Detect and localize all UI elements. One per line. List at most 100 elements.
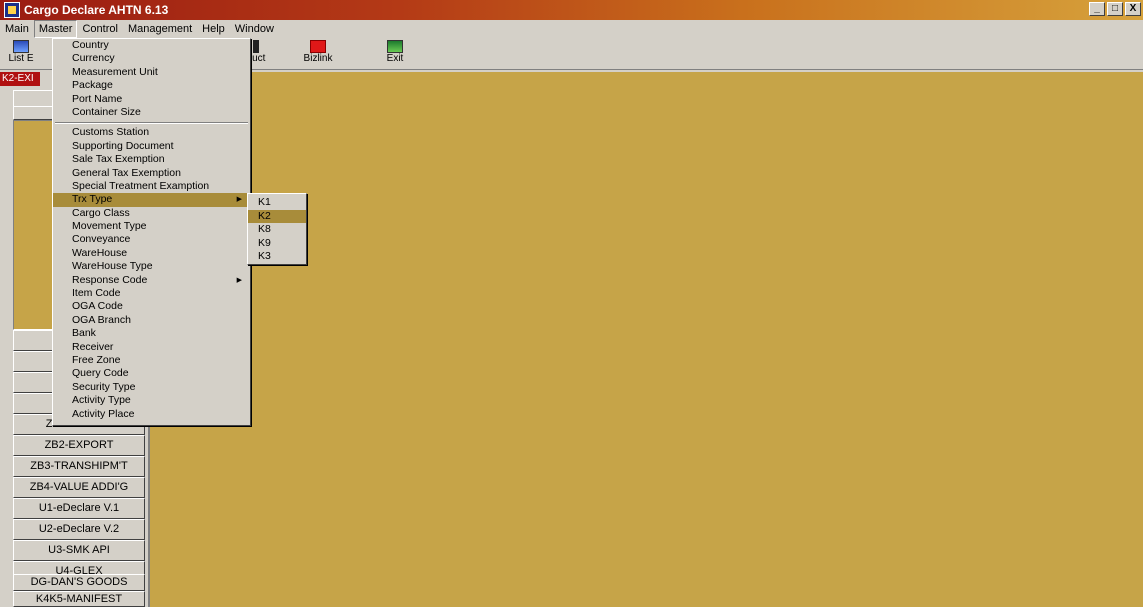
- exit-button[interactable]: Exit: [380, 40, 410, 68]
- menu-item-label: Conveyance: [72, 233, 131, 246]
- menu-item-k2[interactable]: K2: [248, 209, 306, 223]
- exit-icon: [387, 40, 403, 53]
- menu-item-label: Measurement Unit: [72, 65, 158, 78]
- menu-item-label: Sale Tax Exemption: [72, 153, 165, 166]
- workspace-area: [150, 72, 1143, 607]
- menu-item-label: Activity Type: [72, 394, 131, 407]
- menu-item-security-type[interactable]: Security Type: [53, 381, 250, 394]
- menu-item-label: Trx Type: [72, 193, 113, 206]
- menu-main[interactable]: Main: [0, 20, 34, 38]
- menu-master[interactable]: Master: [33, 20, 78, 38]
- menu-item-currency[interactable]: Currency: [53, 52, 250, 65]
- zb4-value-adding-button[interactable]: ZB4-VALUE ADDI'G: [13, 477, 145, 498]
- menu-item-customs-station[interactable]: Customs Station: [53, 126, 250, 139]
- menu-item-label: General Tax Exemption: [72, 166, 181, 179]
- menu-item-label: K2: [258, 209, 271, 222]
- menu-item-activity-place[interactable]: Activity Place: [53, 408, 250, 421]
- menu-item-label: Package: [72, 79, 113, 92]
- menu-item-label: Bank: [72, 327, 96, 340]
- window-controls: _ □ X: [1089, 2, 1141, 16]
- minimize-button[interactable]: _: [1089, 2, 1105, 16]
- menu-item-label: Special Treatment Examption: [72, 179, 210, 192]
- menu-item-cargo-class[interactable]: Cargo Class: [53, 207, 250, 220]
- menu-item-warehouse[interactable]: WareHouse: [53, 247, 250, 260]
- menu-item-special-treatment-examption[interactable]: Special Treatment Examption: [53, 180, 250, 193]
- list-button[interactable]: List E: [4, 40, 38, 68]
- menu-item-bank[interactable]: Bank: [53, 327, 250, 340]
- zb2-export-button[interactable]: ZB2-EXPORT: [13, 435, 145, 456]
- u4-glex-button[interactable]: U4-GLEX: [13, 561, 145, 582]
- menu-item-free-zone[interactable]: Free Zone: [53, 354, 250, 367]
- menu-item-label: K1: [258, 196, 271, 208]
- menu-item-activity-type[interactable]: Activity Type: [53, 394, 250, 407]
- menu-item-label: Response Code: [72, 273, 148, 286]
- list-icon: [13, 40, 29, 53]
- menu-item-query-code[interactable]: Query Code: [53, 367, 250, 380]
- menu-item-supporting-document[interactable]: Supporting Document: [53, 140, 250, 153]
- master-menu: Country Currency Measurement Unit Package Po…: [52, 38, 251, 426]
- menu-bar: Main Master Control Management Help Wind…: [0, 20, 1143, 38]
- menu-item-label: Movement Type: [72, 220, 147, 233]
- menu-item-sale-tax-exemption[interactable]: Sale Tax Exemption: [53, 153, 250, 166]
- menu-item-oga-branch[interactable]: OGA Branch: [53, 314, 250, 327]
- menu-item-k9[interactable]: K9: [248, 237, 306, 251]
- menu-item-label: OGA Branch: [72, 313, 131, 326]
- zb3-transhipment-button[interactable]: ZB3-TRANSHIPM'T: [13, 456, 145, 477]
- master-menu-group2: Customs Station Supporting Document Sale T…: [53, 126, 250, 421]
- menu-item-label: Customs Station: [72, 126, 150, 139]
- menu-item-oga-code[interactable]: OGA Code: [53, 300, 250, 313]
- menu-item-general-tax-exemption[interactable]: General Tax Exemption: [53, 167, 250, 180]
- menu-help[interactable]: Help: [197, 20, 230, 38]
- bizlink-label: Bizlink: [303, 53, 333, 64]
- menu-item-label: Container Size: [72, 105, 141, 118]
- menu-item-country[interactable]: Country: [53, 39, 250, 52]
- menu-item-container-size[interactable]: Container Size: [53, 106, 250, 119]
- u2-edeclare-button[interactable]: U2-eDeclare V.2: [13, 519, 145, 540]
- menu-item-port-name[interactable]: Port Name: [53, 93, 250, 106]
- menu-item-label: Security Type: [72, 380, 136, 393]
- menu-item-trx-type[interactable]: Trx Type ▶: [53, 193, 250, 207]
- menu-item-label: Cargo Class: [72, 206, 130, 219]
- trx-type-submenu: K1 K2 K8 K9 K3: [247, 193, 307, 265]
- window-title: Cargo Declare AHTN 6.13: [24, 3, 169, 17]
- menu-item-label: Currency: [72, 52, 115, 65]
- menu-management[interactable]: Management: [123, 20, 197, 38]
- menu-item-measurement-unit[interactable]: Measurement Unit: [53, 66, 250, 79]
- menu-item-item-code[interactable]: Item Code: [53, 287, 250, 300]
- menu-item-label: WareHouse Type: [72, 260, 153, 273]
- menu-item-label: Country: [72, 39, 109, 51]
- menu-item-label: WareHouse: [72, 246, 128, 259]
- submenu-arrow-icon: ▶: [236, 276, 242, 284]
- menu-control[interactable]: Control: [77, 20, 122, 38]
- menu-item-receiver[interactable]: Receiver: [53, 341, 250, 354]
- list-label: List E: [8, 53, 34, 64]
- menu-item-k1[interactable]: K1: [248, 196, 306, 210]
- menu-item-k3[interactable]: K3: [248, 250, 306, 264]
- menu-item-response-code[interactable]: Response Code ▶: [53, 274, 250, 287]
- menu-item-label: Activity Place: [72, 407, 135, 420]
- menu-item-label: Item Code: [72, 287, 121, 300]
- menu-window[interactable]: Window: [230, 20, 279, 38]
- menu-item-package[interactable]: Package: [53, 79, 250, 92]
- menu-item-label: K8: [258, 223, 271, 235]
- u5-smk-dos-button[interactable]: U5-SMK DOS: [13, 582, 145, 603]
- tab-k2-export[interactable]: K2-EXI: [0, 72, 40, 86]
- menu-item-label: OGA Code: [72, 300, 123, 313]
- menu-item-label: Supporting Document: [72, 139, 174, 152]
- menu-item-conveyance[interactable]: Conveyance: [53, 233, 250, 246]
- u3-smk-api-button[interactable]: U3-SMK API: [13, 540, 145, 561]
- menu-item-label: Receiver: [72, 340, 114, 353]
- menu-item-label: Port Name: [72, 92, 123, 105]
- menu-item-label: Free Zone: [72, 353, 121, 366]
- bizlink-icon: [310, 40, 326, 53]
- menu-item-warehouse-type[interactable]: WareHouse Type: [53, 260, 250, 273]
- master-menu-group1: Country Currency Measurement Unit Package Po…: [53, 39, 250, 119]
- menu-item-movement-type[interactable]: Movement Type: [53, 220, 250, 233]
- exit-label: Exit: [386, 53, 404, 64]
- app-icon[interactable]: [4, 2, 20, 18]
- bizlink-button[interactable]: Bizlink: [298, 40, 338, 68]
- close-button[interactable]: X: [1125, 2, 1141, 16]
- maximize-button[interactable]: □: [1107, 2, 1123, 16]
- menu-item-k8[interactable]: K8: [248, 223, 306, 237]
- u1-edeclare-button[interactable]: U1-eDeclare V.1: [13, 498, 145, 519]
